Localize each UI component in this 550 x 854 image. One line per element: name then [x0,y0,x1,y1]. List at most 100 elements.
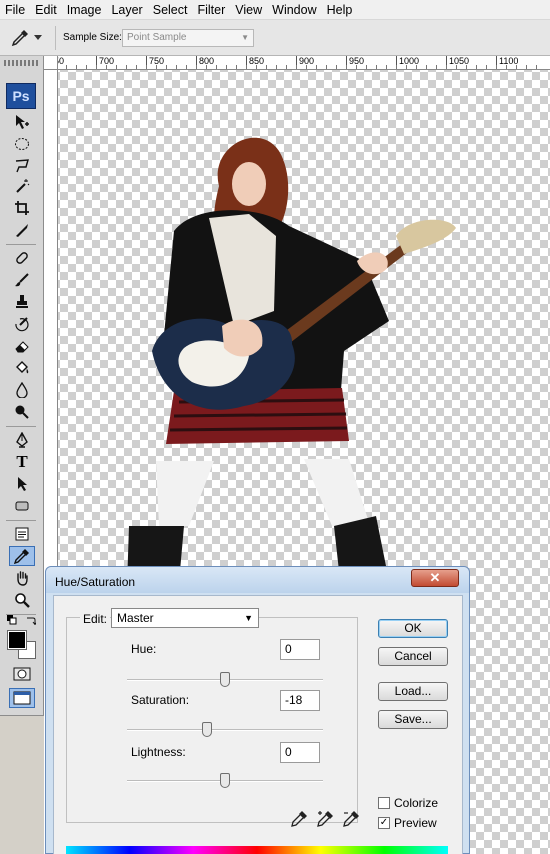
saturation-slider-thumb[interactable] [202,722,213,737]
photoshop-logo[interactable]: Ps [6,83,36,109]
path-selection-tool[interactable] [9,474,35,494]
colorize-checkbox[interactable] [378,797,390,809]
ruler-tick [506,65,507,69]
type-tool[interactable]: T [9,452,35,472]
clone-stamp-icon [16,295,28,308]
ruler-tick [516,65,517,69]
cancel-button[interactable]: Cancel [378,647,448,666]
menu-file[interactable]: File [0,0,30,20]
menu-window[interactable]: Window [267,0,321,20]
path-selection-icon [18,477,27,491]
ruler-tick [256,65,257,69]
eyedropper-tool[interactable] [9,546,35,566]
ruler-tick [236,65,237,69]
save-button[interactable]: Save... [378,710,448,729]
hue-slider-thumb[interactable] [220,672,230,687]
paint-bucket-tool[interactable] [9,358,35,378]
brush-tool[interactable] [9,270,35,290]
pen-tool[interactable] [9,430,35,450]
menu-image[interactable]: Image [62,0,107,20]
menu-filter[interactable]: Filter [192,0,230,20]
saturation-label: Saturation: [131,693,190,707]
menu-bar: File Edit Image Layer Select Filter View… [0,0,550,20]
crop-icon [15,201,29,215]
ruler-tick [226,65,227,69]
toolbox-divider [6,426,36,427]
zoom-tool[interactable] [9,590,35,610]
ruler-tick [366,65,367,69]
notes-icon [15,527,29,541]
blur-tool[interactable] [9,380,35,400]
hue-saturation-dialog: Hue/Saturation ✕ Hue: 0 Saturation: -18 … [45,566,470,854]
hue-input[interactable]: 0 [280,639,320,660]
menu-edit[interactable]: Edit [30,0,62,20]
eyedropper-icon [11,30,28,47]
slice-tool[interactable] [9,220,35,240]
dialog-titlebar[interactable]: Hue/Saturation ✕ [46,567,469,593]
colorize-label: Colorize [394,796,439,810]
edit-channel-value: Master [117,611,154,625]
menu-select[interactable]: Select [148,0,193,20]
ruler-tick [396,65,397,69]
elliptical-marquee-icon [15,138,29,150]
lightness-input[interactable]: 0 [280,742,320,763]
toolbox-grip[interactable] [4,60,40,66]
move-tool[interactable] [9,112,35,132]
close-button[interactable]: ✕ [411,569,459,587]
hand-tool[interactable] [9,568,35,588]
foreground-color-swatch[interactable] [7,630,27,650]
hue-label: Hue: [131,642,157,656]
pen-icon [16,432,28,448]
eyedropper-icon[interactable] [290,810,308,828]
subtract-from-sample-eyedropper-icon[interactable] [342,810,360,828]
screen-mode-icon [13,691,31,705]
checkmark-icon: ✓ [379,817,389,828]
lasso-tool[interactable] [9,156,35,176]
sample-size-select[interactable]: Point Sample ▼ [122,29,254,47]
magic-wand-tool[interactable] [9,176,35,196]
ruler-tick [196,65,197,69]
ruler-tick [246,65,247,69]
history-brush-tool[interactable] [9,314,35,334]
ruler-origin[interactable] [44,56,58,70]
menu-view[interactable]: View [230,0,267,20]
crop-tool[interactable] [9,198,35,218]
notes-tool[interactable] [9,524,35,544]
options-divider [55,26,56,50]
ruler-tick [426,65,427,69]
healing-brush-tool[interactable] [9,248,35,268]
hand-icon [17,571,28,586]
dodge-tool[interactable] [9,402,35,422]
menu-layer[interactable]: Layer [106,0,147,20]
ruler-horizontal: 650 700 750 800 850 900 950 1000 1050 11… [44,56,550,70]
default-colors-icon[interactable] [7,615,17,625]
lightness-slider-thumb[interactable] [220,773,230,788]
clone-stamp-tool[interactable] [9,292,35,312]
quick-mask-toggle[interactable] [9,664,35,684]
marquee-tool[interactable] [9,134,35,154]
blur-icon [16,382,28,398]
add-to-sample-eyedropper-icon[interactable] [316,810,334,828]
saturation-input[interactable]: -18 [280,690,320,711]
tool-preset-picker[interactable] [10,26,50,50]
ok-button[interactable]: OK [378,619,448,638]
dodge-icon [15,405,29,419]
preview-label: Preview [394,816,437,830]
preview-checkbox[interactable]: ✓ [378,817,390,829]
eraser-tool[interactable] [9,336,35,356]
chevron-down-icon [34,35,42,40]
swap-colors-icon[interactable] [26,615,36,625]
eyedropper-icon [14,549,29,564]
close-icon: ✕ [429,570,441,585]
load-button[interactable]: Load... [378,682,448,701]
menu-help[interactable]: Help [322,0,358,20]
ruler-tick [216,65,217,69]
eraser-icon [15,341,29,353]
saturation-slider-track[interactable] [127,729,323,731]
chevron-down-icon: ▼ [241,33,249,42]
sample-size-value: Point Sample [127,32,187,43]
screen-mode-toggle[interactable] [9,688,35,708]
ruler-tick [76,65,77,69]
shape-tool[interactable] [9,496,35,516]
edit-channel-select[interactable]: Master ▼ [111,608,259,628]
